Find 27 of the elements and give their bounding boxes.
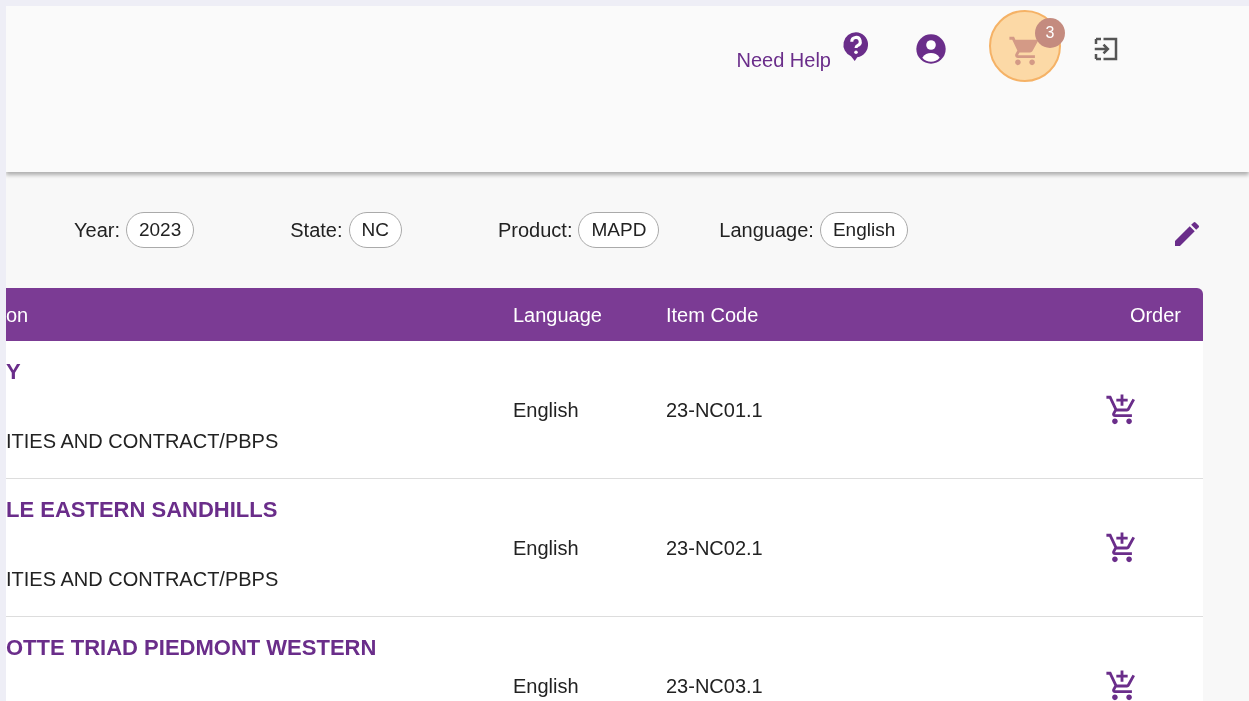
cart-count-badge: 3 bbox=[1035, 18, 1065, 48]
column-header: Language bbox=[513, 303, 602, 326]
filter-label: Language: bbox=[719, 218, 814, 243]
item-description: ITIES AND CONTRACT/PBPS bbox=[6, 567, 280, 592]
table-cell: 23-NC02.1 bbox=[666, 536, 763, 559]
column-header: Item Code bbox=[666, 303, 759, 326]
table-cell: English bbox=[513, 536, 579, 559]
column-header: on bbox=[6, 303, 29, 326]
item-title: OTTE TRIAD PIEDMONT WESTERN bbox=[6, 634, 378, 662]
filter-chip: 2023 bbox=[125, 211, 195, 249]
filter-label: State: bbox=[290, 218, 343, 243]
item-description: ITIES AND CONTRACT/PBPS bbox=[6, 429, 280, 454]
column-header: Order bbox=[1129, 303, 1181, 326]
table-cell: English bbox=[513, 398, 579, 421]
help-link[interactable]: Need Help bbox=[736, 45, 831, 75]
item-title: Y bbox=[6, 358, 22, 386]
filter-chip: MAPD bbox=[578, 211, 660, 249]
account-icon[interactable] bbox=[915, 33, 947, 65]
table-cell: English bbox=[513, 674, 579, 697]
filter-chip: English bbox=[819, 211, 909, 249]
item-title: LE EASTERN SANDHILLS bbox=[6, 496, 279, 524]
help-icon[interactable] bbox=[841, 29, 871, 63]
table-cell: 23-NC03.1 bbox=[666, 674, 763, 697]
table-cell: 23-NC01.1 bbox=[666, 398, 763, 421]
filter-chip: NC bbox=[348, 211, 402, 249]
filter-label: Product: bbox=[497, 218, 573, 243]
filter-label: Year: bbox=[74, 218, 120, 243]
